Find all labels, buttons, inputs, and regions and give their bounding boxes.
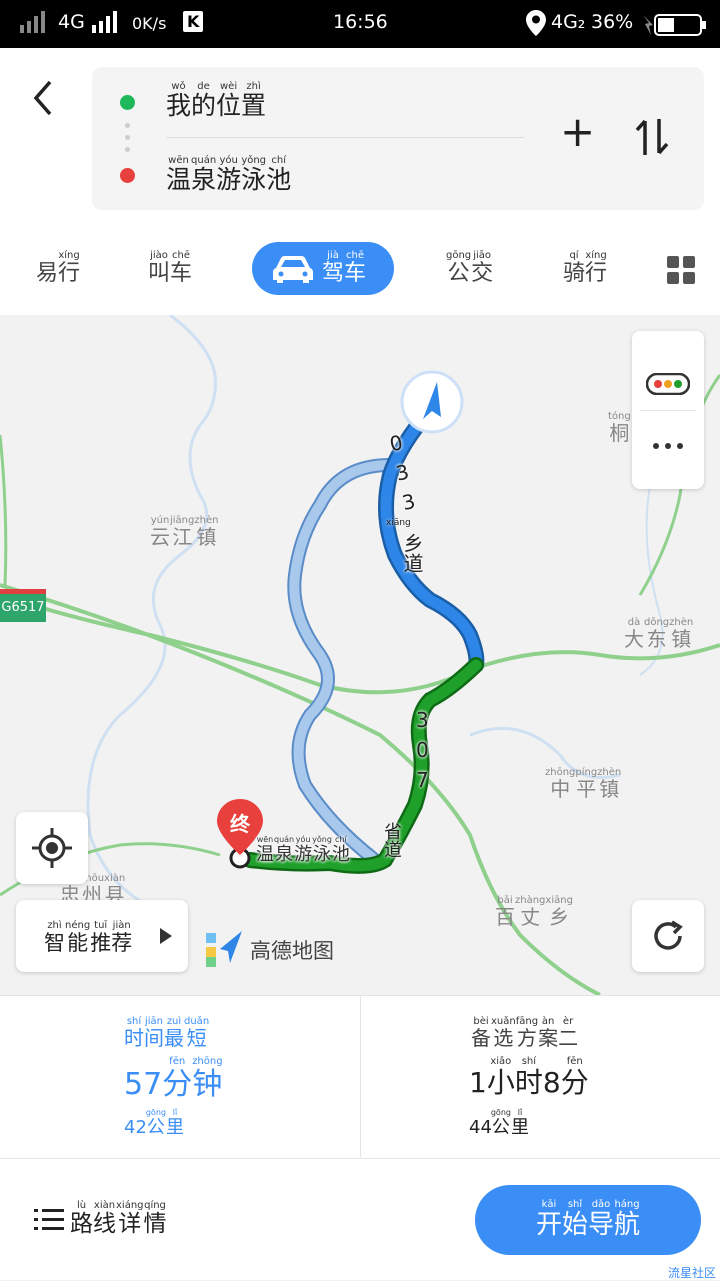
map-label-baizhang: 百bǎi丈zhàng乡xiāng bbox=[495, 895, 573, 929]
app-badge: K bbox=[183, 11, 204, 32]
plan-title: 备bèi选xuǎn方fāng案àn二èr bbox=[471, 1016, 579, 1050]
tab-easy-travel[interactable]: 易行xíng bbox=[36, 250, 80, 287]
destination-dot bbox=[120, 168, 135, 183]
more-options-button[interactable] bbox=[650, 437, 686, 456]
grid-icon bbox=[667, 256, 695, 284]
road bbox=[0, 593, 720, 695]
tab-drive[interactable]: 驾jià车chē bbox=[252, 242, 394, 295]
divider bbox=[0, 1158, 720, 1159]
tab-bus[interactable]: 公gōng交jiāo bbox=[446, 250, 493, 287]
clock: 16:56 bbox=[333, 11, 388, 33]
origin-field[interactable]: 我wǒ的de位wèi置zhì bbox=[166, 81, 266, 122]
destination-label: 温wēn泉quán游yóu泳yǒng池chí bbox=[256, 835, 350, 865]
watermark: 流星社区 bbox=[668, 1266, 717, 1280]
more-dots-icon bbox=[653, 443, 683, 449]
location-icon bbox=[526, 10, 546, 41]
smart-recommend-button[interactable]: 智zhì能néng推tuī荐jiàn bbox=[16, 900, 188, 972]
traffic-light-icon bbox=[645, 372, 691, 396]
refresh-button[interactable] bbox=[632, 900, 704, 972]
refresh-icon bbox=[654, 920, 683, 950]
plan-distance: 44公gōng里lǐ bbox=[469, 1108, 529, 1138]
map-view[interactable]: 033 xiāng 乡道 307 省道 云yún江jiāng镇zhèn 桐tón… bbox=[0, 315, 720, 995]
path-dot bbox=[125, 147, 130, 152]
back-button[interactable] bbox=[28, 78, 58, 122]
list-icon bbox=[34, 1209, 64, 1230]
battery-level: 36% bbox=[591, 11, 634, 33]
tab-taxi[interactable]: 叫jiào车chē bbox=[148, 250, 192, 287]
amap-logo-icon bbox=[206, 931, 242, 967]
route-input-box: 我wǒ的de位wèi置zhì 温wēn泉quán游yóu泳yǒng池chí + bbox=[92, 67, 704, 210]
plan-title: 时shí间jiān最zuì短duǎn bbox=[124, 1016, 210, 1050]
map-label-yunjiang: 云yún江jiāng镇zhèn bbox=[150, 515, 219, 549]
river bbox=[86, 315, 217, 917]
brand-logo bbox=[206, 929, 244, 971]
divider bbox=[166, 137, 524, 138]
car-icon bbox=[273, 256, 313, 283]
road bbox=[0, 434, 8, 586]
signal-icon-2 bbox=[92, 11, 120, 38]
add-waypoint-button[interactable]: + bbox=[560, 111, 595, 153]
plan-card-alternative[interactable]: 备bèi选xuǎn方fāng案àn二èr 1小xiǎo时shí8分fēn 44公… bbox=[361, 995, 720, 1158]
tab-cycling[interactable]: 骑qí行xíng bbox=[563, 250, 607, 287]
network-type-2: 4G₂ bbox=[551, 11, 586, 33]
status-bar: 4G 0K/s K 16:56 4G₂ 36% bbox=[0, 0, 720, 48]
locate-button[interactable] bbox=[16, 812, 88, 884]
battery-icon bbox=[641, 12, 709, 43]
destination-field[interactable]: 温wēn泉quán游yóu泳yǒng池chí bbox=[166, 155, 291, 196]
plan-card-fastest[interactable]: 时shí间jiān最zuì短duǎn 57分fēn钟zhōng 42公gōng里… bbox=[0, 995, 360, 1158]
play-arrow-icon bbox=[160, 928, 172, 944]
chevron-left-icon bbox=[33, 80, 52, 116]
map-label-dadong: 大dà东dōng镇zhèn bbox=[624, 617, 694, 651]
swap-route-button[interactable] bbox=[635, 117, 669, 161]
crosshair-icon bbox=[32, 828, 72, 868]
signal-icon bbox=[20, 11, 48, 38]
more-modes-button[interactable] bbox=[667, 256, 695, 288]
swap-icon bbox=[635, 119, 669, 155]
map-label-zhongping: 中zhōng平píng镇zhèn bbox=[545, 767, 622, 801]
plan-duration: 1小xiǎo时shí8分fēn bbox=[469, 1056, 589, 1099]
highway-sign: G6517 bbox=[0, 589, 46, 622]
divider bbox=[640, 410, 696, 411]
path-dot bbox=[125, 135, 130, 140]
road-number-307: 307 bbox=[416, 708, 429, 792]
network-speed: 0K/s bbox=[132, 14, 167, 33]
path-dot bbox=[125, 123, 130, 128]
plan-duration: 57分fēn钟zhōng bbox=[124, 1056, 223, 1102]
start-navigation-button[interactable]: 开kāi始shǐ导dǎo航háng bbox=[475, 1185, 701, 1255]
map-label-tong: 桐tóng bbox=[608, 411, 631, 445]
road-suffix: 乡道 bbox=[400, 533, 424, 573]
road-suffix-pinyin: xiāng bbox=[386, 518, 411, 528]
network-type: 4G bbox=[58, 11, 85, 33]
traffic-toggle[interactable] bbox=[645, 372, 691, 399]
map-controls-card bbox=[632, 331, 704, 489]
brand-name: 高德地图 bbox=[250, 939, 334, 963]
road-suffix-2: 省道 bbox=[381, 822, 402, 858]
origin-dot bbox=[120, 95, 135, 110]
plan-distance: 42公gōng里lǐ bbox=[124, 1108, 184, 1138]
